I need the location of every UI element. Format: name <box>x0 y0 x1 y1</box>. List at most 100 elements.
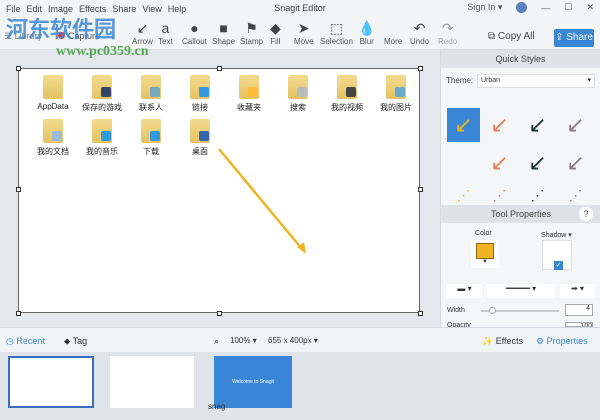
capture-tray: Welcome to Snagit snag <box>0 352 600 420</box>
line-style-select[interactable]: ━━━━━ ▾ <box>487 284 555 298</box>
tool-label: Fill <box>270 37 281 46</box>
tool-text[interactable]: a Text <box>158 19 173 46</box>
recent-label: Recent <box>16 336 45 346</box>
resize-handle[interactable] <box>217 66 222 71</box>
tool-fill[interactable]: ◆ Fill <box>270 19 281 46</box>
tool-undo[interactable]: ↶ Undo <box>410 19 429 46</box>
help-button[interactable]: ? <box>579 207 593 221</box>
selection-icon: ⬚ <box>329 20 344 36</box>
tool-callout[interactable]: ● Callout <box>182 19 207 46</box>
stamp-icon: ⚑ <box>245 20 258 36</box>
window-controls: Sign In ▾ — ☐ ✕ <box>467 2 594 13</box>
callout-icon: ● <box>190 20 199 36</box>
tool-label: Stamp <box>240 37 264 46</box>
quick-style[interactable]: ↙ <box>483 146 516 180</box>
slider-thumb[interactable] <box>488 307 496 314</box>
quick-style[interactable]: ↙ <box>559 146 592 180</box>
capture-button[interactable]: Capture <box>58 31 100 41</box>
quick-style[interactable]: ↙ <box>559 108 592 142</box>
tag-button[interactable]: ⬥ Tag <box>64 336 87 347</box>
line-cap-start-select[interactable]: ▬ ▾ <box>447 284 482 298</box>
quick-style-selected[interactable]: ↙ <box>447 108 480 142</box>
more-icon <box>384 19 402 37</box>
close-button[interactable]: ✕ <box>586 2 594 13</box>
resize-handle[interactable] <box>16 311 21 316</box>
move-icon: ➤ <box>297 20 310 36</box>
line-cap-end-select[interactable]: ➡ ▾ <box>560 284 595 298</box>
tool-properties-header: Tool Properties? <box>441 205 600 223</box>
width-slider[interactable] <box>481 307 559 314</box>
tool-label: Text <box>158 37 173 46</box>
width-input[interactable]: 4 <box>565 304 593 316</box>
tool-selection[interactable]: ⬚ Selection <box>320 19 353 46</box>
color-label: Color <box>475 230 492 237</box>
sign-in-button[interactable]: Sign In ▾ <box>467 2 502 13</box>
image-canvas[interactable]: AppData 保存的游戏 联系人 链接 收藏夹 搜索 我的视频 我的图片 我的文档 我的音乐 下载… <box>18 68 420 313</box>
quick-style[interactable]: ↙ <box>483 108 516 142</box>
theme-value: Urban <box>481 77 501 84</box>
effects-button[interactable]: ✨ Effects <box>482 336 523 347</box>
quick-style[interactable]: ↙ <box>521 108 554 142</box>
tool-blur[interactable]: 💧 Blur <box>358 19 375 46</box>
properties-label: Properties <box>546 336 588 346</box>
properties-button[interactable]: ⚙ Properties <box>536 336 588 347</box>
minimize-button[interactable]: — <box>541 3 550 13</box>
tool-label: Blur <box>359 37 374 46</box>
tool-more[interactable]: More <box>384 19 402 46</box>
theme-label: Theme: <box>446 76 474 85</box>
toolbar: ☰ Library Capture ↙ Arrow a Text ● Callout ■ Sh… <box>0 17 600 50</box>
tool-shape[interactable]: ■ Shape <box>212 19 235 46</box>
resize-handle[interactable] <box>418 187 423 192</box>
undo-icon: ↶ <box>413 20 426 36</box>
fill-icon: ◆ <box>270 20 281 36</box>
resize-handle[interactable] <box>16 187 21 192</box>
tool-arrow[interactable]: ↙ Arrow <box>132 19 153 46</box>
copy-all-button[interactable]: ⧉ Copy All <box>488 31 535 42</box>
arrow-annotation[interactable] <box>19 69 421 314</box>
chevron-down-icon: ▾ <box>587 77 591 84</box>
arrow-icon: ↙ <box>136 20 149 36</box>
snag-label: snag <box>208 402 226 411</box>
shadow-label[interactable]: Shadow ▾ <box>541 231 572 239</box>
share-button[interactable]: ⇪ Share <box>554 29 594 47</box>
resize-handle[interactable] <box>217 311 222 316</box>
text-icon: a <box>161 20 170 36</box>
tool-label: Callout <box>182 37 207 46</box>
quick-styles-header: Quick Styles <box>441 50 600 68</box>
tool-label: Shape <box>212 37 236 46</box>
image-size-select[interactable]: 655 x 400px ▾ <box>268 336 318 345</box>
chevron-down-icon: ▼ <box>482 259 488 265</box>
tool-move[interactable]: ➤ Move <box>294 19 314 46</box>
copy-all-label: Copy All <box>497 31 535 42</box>
tool-label: Selection <box>320 37 353 46</box>
maximize-button[interactable]: ☐ <box>564 2 572 13</box>
tray-thumbnail[interactable] <box>110 356 194 408</box>
zoom-icon: ⌕ <box>214 336 220 346</box>
tool-properties-title: Tool Properties <box>490 209 552 219</box>
tool-label: More <box>384 37 403 46</box>
shadow-grid[interactable]: ✓ <box>542 240 572 270</box>
library-button[interactable]: ☰ Library <box>4 31 42 42</box>
zoom-select[interactable]: 100% ▾ <box>230 336 257 345</box>
shape-icon: ■ <box>219 20 228 36</box>
tool-redo[interactable]: ↷ Redo <box>438 19 457 46</box>
quick-style[interactable]: ↙ <box>521 146 554 180</box>
resize-handle[interactable] <box>418 311 423 316</box>
tool-label: Redo <box>438 37 458 46</box>
effects-label: Effects <box>495 336 524 346</box>
tool-stamp[interactable]: ⚑ Stamp <box>240 19 263 46</box>
share-label: Share <box>566 32 593 43</box>
properties-panel: Quick Styles Theme: Urban ▾ ↙ ↙ ↙ ↙ ↙ ↙ ↙… <box>440 50 600 327</box>
welcome-text: Welcome to Snagit <box>232 379 274 385</box>
bottom-bar: ◷ Recent ⬥ Tag ⌕ 100% ▾ 655 x 400px ▾ ✨ … <box>0 327 600 352</box>
theme-select[interactable]: Urban ▾ <box>477 74 595 88</box>
avatar[interactable] <box>516 2 528 13</box>
resize-handle[interactable] <box>16 66 21 71</box>
tray-thumbnail-welcome[interactable]: Welcome to Snagit <box>214 356 292 408</box>
capture-label: Capture <box>68 31 101 41</box>
color-picker[interactable]: ▼ <box>471 240 499 268</box>
tray-thumbnail-selected[interactable] <box>8 356 94 408</box>
recent-button[interactable]: ◷ Recent <box>6 336 45 347</box>
resize-handle[interactable] <box>418 66 423 71</box>
canvas-area: AppData 保存的游戏 联系人 链接 收藏夹 搜索 我的视频 我的图片 我的文档 我的音乐 下载… <box>0 50 440 327</box>
